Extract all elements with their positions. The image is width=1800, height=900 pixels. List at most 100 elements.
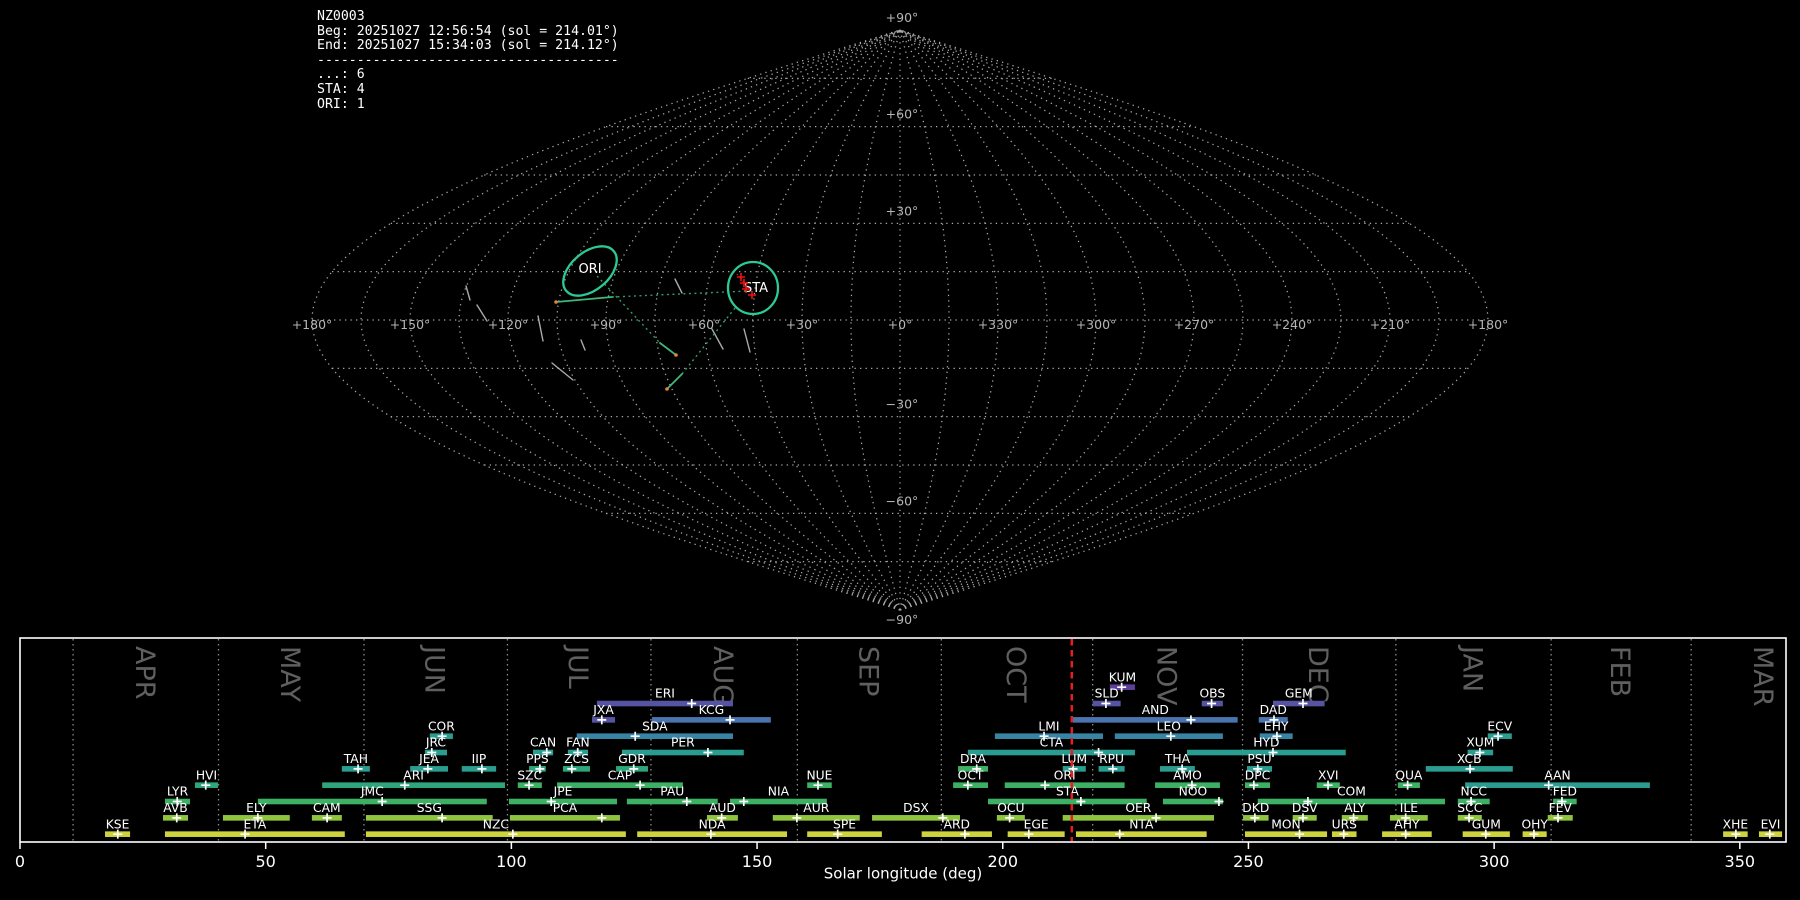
sporadic-meteor-trail bbox=[712, 329, 723, 349]
map-latitude-label: +90° bbox=[886, 10, 919, 25]
shower-bar bbox=[366, 815, 493, 821]
shower-label: KCG bbox=[699, 703, 725, 717]
shower-peak-marker bbox=[636, 781, 645, 790]
shower-label: URS bbox=[1332, 817, 1358, 831]
session-info-block: NZ0003Beg: 20251027 12:56:54 (sol = 214.… bbox=[317, 10, 619, 112]
shower-label: GEM bbox=[1285, 687, 1313, 701]
shower-label: ALY bbox=[1344, 801, 1366, 815]
map-latitude-label: −60° bbox=[886, 493, 919, 508]
shower-peak-marker bbox=[726, 715, 735, 724]
month-label: MAY bbox=[274, 646, 305, 703]
session-begin: Beg: 20251027 12:56:54 (sol = 214.01°) bbox=[317, 25, 619, 40]
shower-label: KSE bbox=[106, 817, 130, 831]
shower-label: GDR bbox=[618, 752, 646, 766]
shower-label: RPU bbox=[1099, 752, 1124, 766]
shower-label: GUM bbox=[1472, 817, 1501, 831]
shower-label: ILE bbox=[1400, 801, 1418, 815]
shower-label: ECV bbox=[1487, 719, 1512, 733]
map-longitude-label: +180° bbox=[292, 317, 333, 332]
shower-label: COR bbox=[428, 719, 455, 733]
month-label: MAR bbox=[1747, 646, 1778, 707]
sporadic-meteor-trail bbox=[477, 305, 487, 321]
shower-bar bbox=[1163, 799, 1223, 805]
info-separator: -------------------------------------- bbox=[317, 54, 619, 69]
map-longitude-label: +120° bbox=[488, 317, 529, 332]
shower-label: THA bbox=[1164, 752, 1191, 766]
session-end: End: 20251027 15:34:03 (sol = 214.12°) bbox=[317, 39, 619, 54]
shower-peak-marker bbox=[631, 732, 640, 741]
shower-label: IIP bbox=[472, 752, 487, 766]
map-longitude-label: +330° bbox=[978, 317, 1019, 332]
shower-label: HVI bbox=[196, 768, 217, 782]
shower-label: KUM bbox=[1109, 670, 1136, 684]
shower-label: PSU bbox=[1247, 752, 1271, 766]
month-label: AUG bbox=[707, 646, 738, 705]
shower-label: NCC bbox=[1461, 785, 1487, 799]
shower-label: JEA bbox=[418, 752, 439, 766]
shower-label: EVI bbox=[1761, 817, 1781, 831]
meteor-trail bbox=[556, 297, 612, 302]
meteor-begin-point bbox=[665, 387, 669, 391]
shower-label: DSX bbox=[903, 801, 929, 815]
shower-peak-marker bbox=[508, 830, 517, 839]
map-longitude-label: +150° bbox=[390, 317, 431, 332]
shower-label: SZC bbox=[517, 768, 542, 782]
sporadic-meteor-trail bbox=[466, 286, 470, 300]
shower-label: COM bbox=[1337, 785, 1366, 799]
sporadic-meteor-trail bbox=[744, 329, 750, 352]
shower-label: CAP bbox=[608, 768, 632, 782]
shower-peak-marker bbox=[792, 813, 801, 822]
shower-label: EHY bbox=[1264, 719, 1289, 733]
shower-label: DKD bbox=[1242, 801, 1269, 815]
shower-label: SCC bbox=[1457, 801, 1482, 815]
shower-label: DAD bbox=[1260, 703, 1287, 717]
timeline-chart: APRMAYJUNJULAUGSEPOCTNOVDECJANFEBMARKUME… bbox=[15, 638, 1786, 883]
shower-label: NDA bbox=[699, 817, 726, 831]
shower-label: HYD bbox=[1253, 736, 1279, 750]
shower-label: XCB bbox=[1457, 752, 1482, 766]
month-label: OCT bbox=[1000, 646, 1031, 703]
x-tick-label: 100 bbox=[496, 852, 527, 871]
shower-label: LYR bbox=[167, 785, 189, 799]
shower-label: LUM bbox=[1061, 752, 1087, 766]
shower-label: XVI bbox=[1318, 768, 1338, 782]
map-longitude-label: +210° bbox=[1370, 317, 1411, 332]
month-label: APR bbox=[129, 646, 160, 700]
sporadic-meteor-trail bbox=[581, 340, 585, 350]
shower-peak-marker bbox=[1041, 781, 1050, 790]
shower-label: OCT bbox=[958, 768, 984, 782]
shower-label: OBS bbox=[1199, 687, 1225, 701]
shower-label: AAN bbox=[1544, 768, 1570, 782]
shower-label: AVB bbox=[163, 801, 187, 815]
shower-bar bbox=[807, 831, 882, 837]
map-longitude-label: +90° bbox=[590, 317, 623, 332]
shower-label: XHE bbox=[1723, 817, 1748, 831]
x-tick-label: 250 bbox=[1233, 852, 1264, 871]
shower-label: PPS bbox=[526, 752, 549, 766]
shower-bar bbox=[922, 831, 992, 837]
sporadic-meteor-trail bbox=[538, 316, 543, 341]
sporadic-count: ...: 6 bbox=[317, 68, 619, 83]
shower-bar bbox=[258, 799, 487, 805]
shower-label: DSV bbox=[1292, 801, 1318, 815]
shower-label: NUE bbox=[806, 768, 832, 782]
shower-label: OER bbox=[1125, 801, 1151, 815]
shower-label: NIA bbox=[768, 785, 790, 799]
shower-bar bbox=[1073, 717, 1238, 723]
shower-label: STA bbox=[1056, 785, 1079, 799]
shower-bar bbox=[366, 831, 626, 837]
x-tick-label: 50 bbox=[256, 852, 276, 871]
shower-peak-marker bbox=[1186, 715, 1195, 724]
shower-peak-marker bbox=[703, 748, 712, 757]
grid-meridian bbox=[900, 30, 1390, 610]
map-longitude-label: +0° bbox=[888, 317, 913, 332]
shower-label: JXA bbox=[592, 703, 614, 717]
shower-label: ARI bbox=[403, 768, 424, 782]
shower-label: NOO bbox=[1179, 785, 1208, 799]
shower-label: FEV bbox=[1549, 801, 1573, 815]
shower-bar bbox=[165, 831, 345, 837]
station-id: NZ0003 bbox=[317, 10, 619, 25]
shower-bar bbox=[577, 733, 733, 739]
meteor-begin-point bbox=[674, 353, 678, 357]
radiant-label-ori: ORI bbox=[578, 262, 601, 277]
